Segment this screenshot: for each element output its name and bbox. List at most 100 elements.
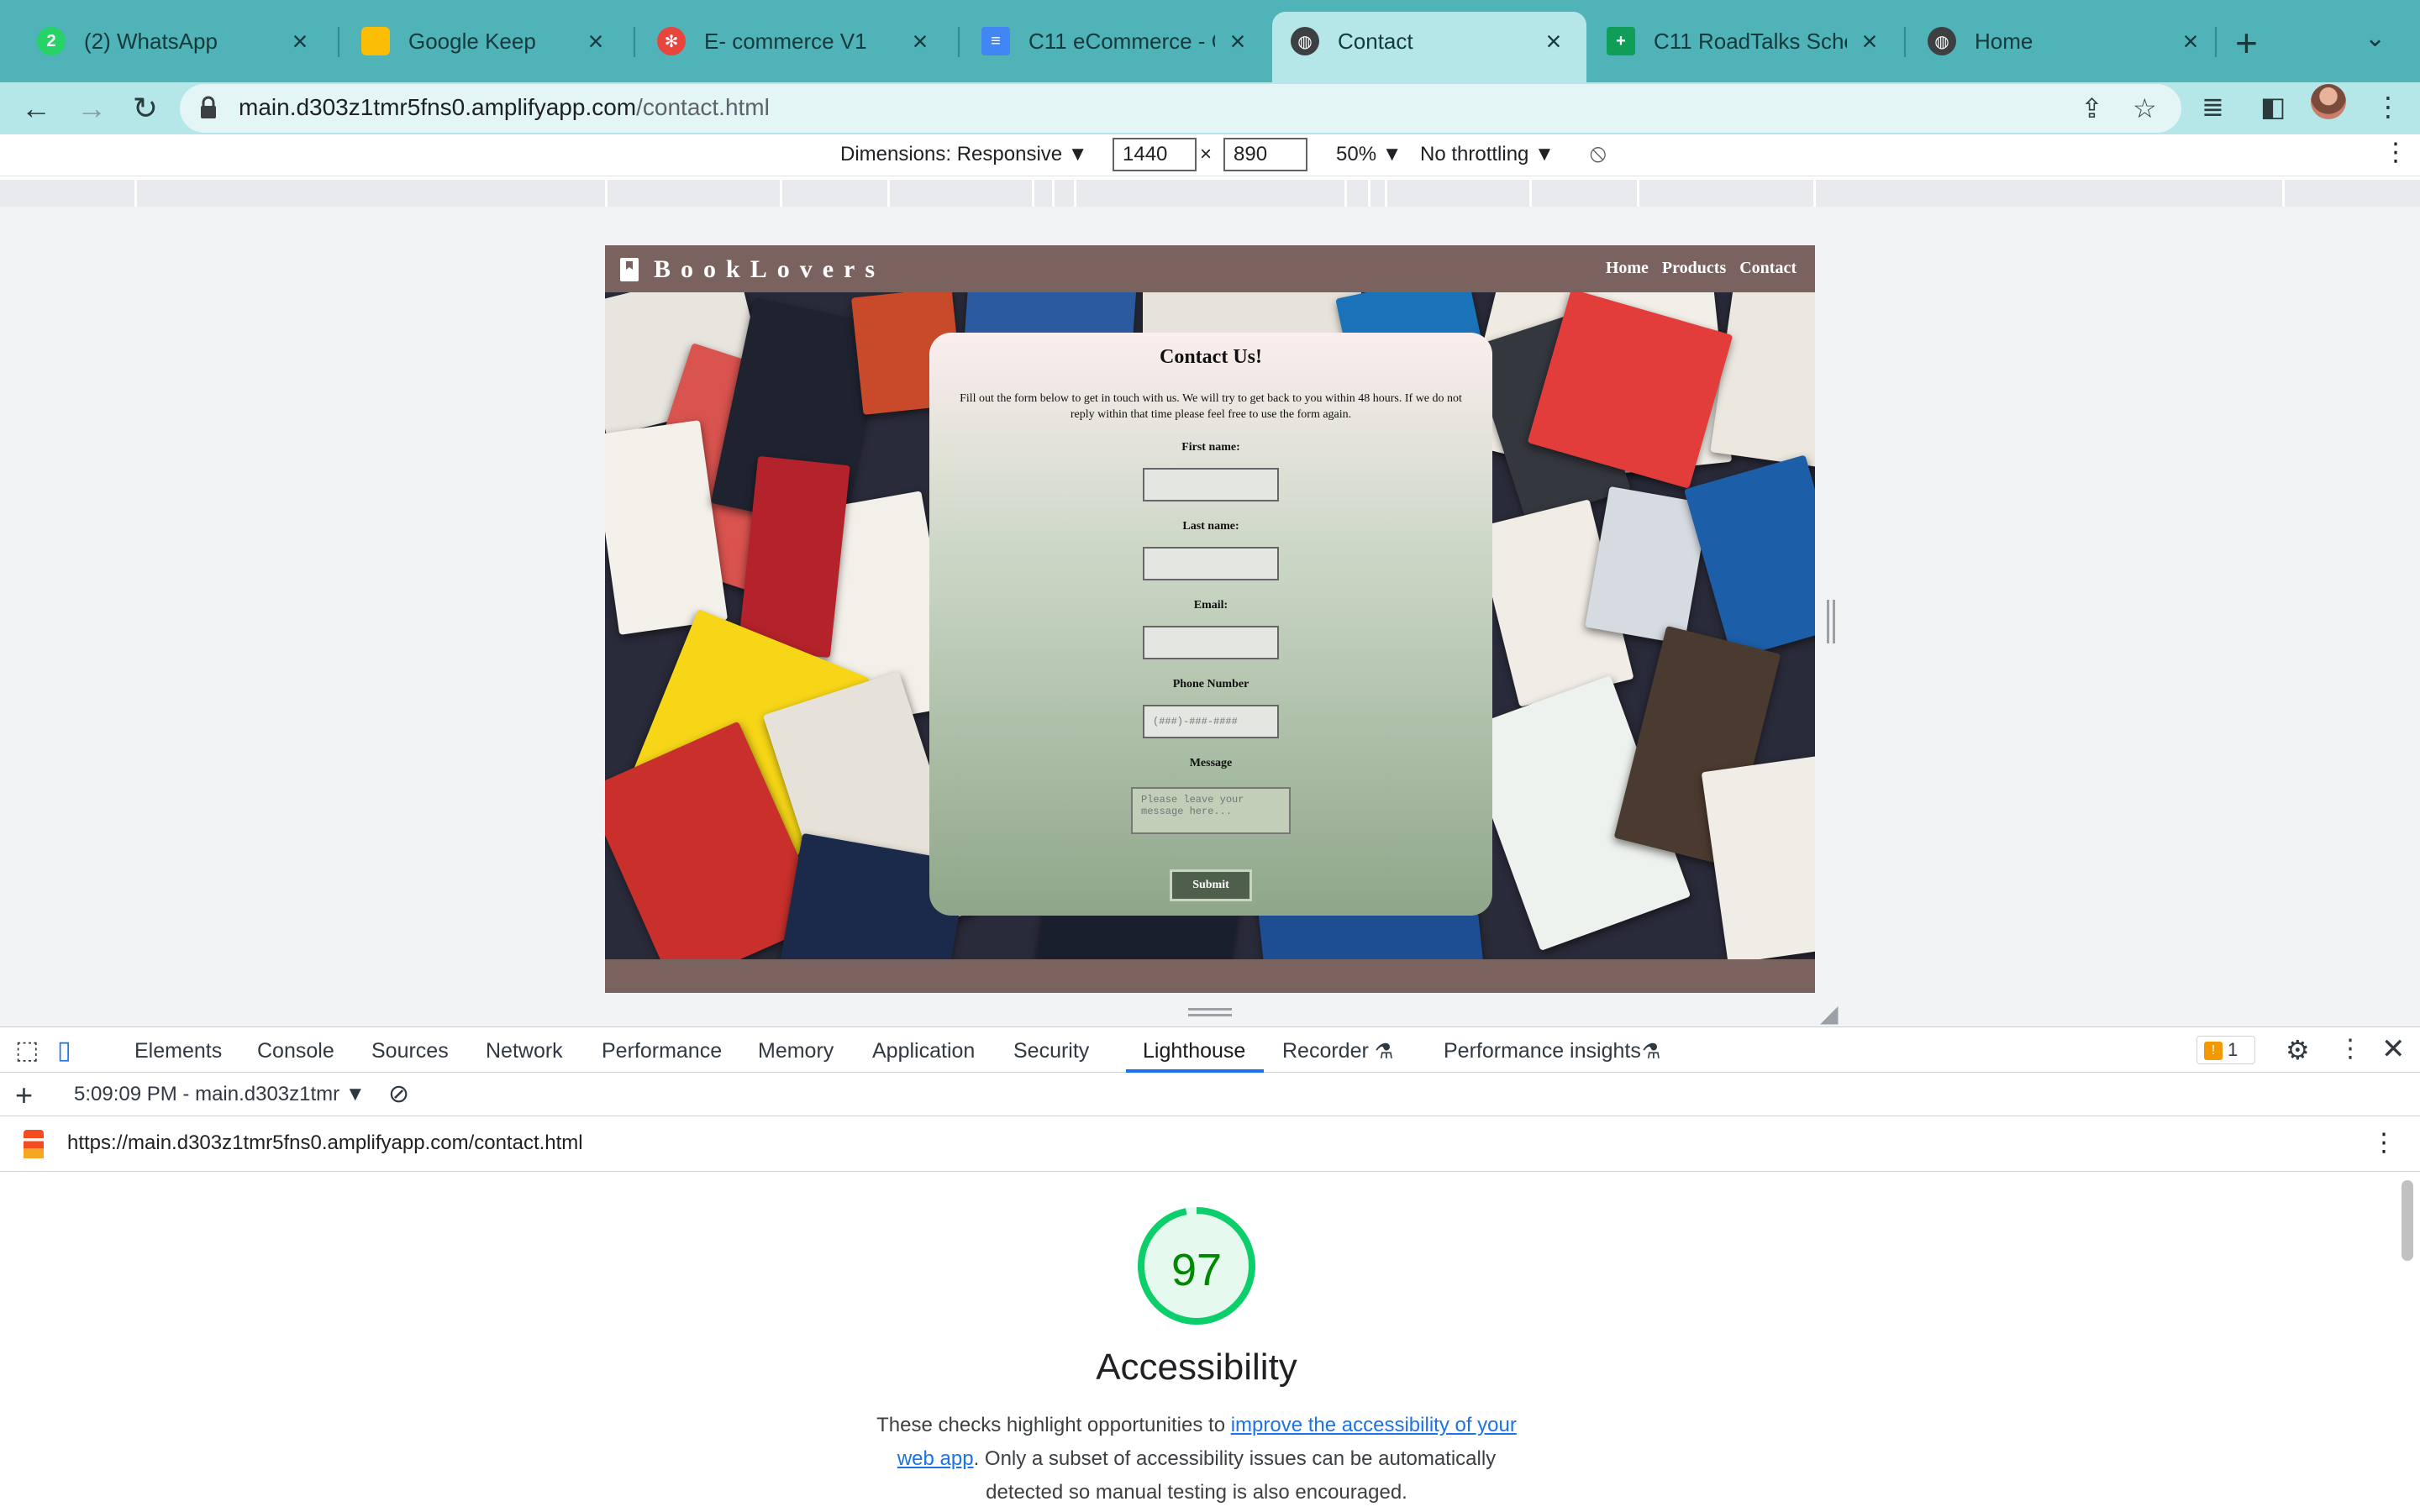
menu-kebab-icon[interactable]: ⋮ bbox=[2375, 91, 2402, 123]
tab-search-chevron-icon[interactable]: ⌄ bbox=[2365, 24, 2386, 53]
device-menu-kebab-icon[interactable]: ⋮ bbox=[2383, 138, 2408, 167]
browser-toolbar: ← → ↻ main.d303z1tmr5fns0.amplifyapp.com… bbox=[0, 82, 2420, 134]
tab-ecommerce[interactable]: ✻ E- commerce V1 × bbox=[639, 12, 953, 71]
resize-handle-right[interactable] bbox=[1827, 600, 1835, 643]
new-tab-button[interactable]: + bbox=[2235, 20, 2258, 66]
first-name-label: First name: bbox=[1181, 441, 1240, 454]
browser-tab-strip: 2 (2) WhatsApp × Google Keep × ✻ E- comm… bbox=[0, 0, 2420, 82]
bookmark-star-icon[interactable]: ☆ bbox=[2133, 92, 2157, 124]
side-panel-icon[interactable]: ◧ bbox=[2260, 91, 2286, 123]
tab-sheets[interactable]: + C11 RoadTalks Schedu × bbox=[1588, 12, 1902, 71]
nav-link-contact[interactable]: Contact bbox=[1739, 259, 1797, 278]
last-name-input[interactable] bbox=[1143, 547, 1279, 580]
new-report-plus-icon[interactable]: + bbox=[15, 1078, 33, 1113]
zoom-dropdown[interactable]: 50% ▼ bbox=[1336, 143, 1402, 166]
brand-name: BookLovers bbox=[654, 255, 886, 283]
site-brand[interactable]: BookLovers bbox=[620, 255, 885, 284]
phone-label: Phone Number bbox=[1172, 678, 1249, 690]
tab-memory[interactable]: Memory bbox=[758, 1039, 834, 1063]
contact-title: Contact Us! bbox=[1160, 346, 1262, 368]
device-toggle-icon[interactable]: ▯ bbox=[57, 1036, 71, 1065]
report-url: https://main.d303z1tmr5fns0.amplifyapp.c… bbox=[67, 1131, 583, 1154]
tab-title: E- commerce V1 bbox=[704, 28, 867, 54]
tab-console[interactable]: Console bbox=[257, 1039, 334, 1063]
phone-input[interactable] bbox=[1143, 705, 1279, 738]
settings-gear-icon[interactable]: ⚙ bbox=[2286, 1034, 2310, 1066]
report-menu-kebab-icon[interactable]: ⋮ bbox=[2371, 1128, 2396, 1158]
resize-corner-icon[interactable]: ◢ bbox=[1820, 1000, 1839, 1027]
tab-elements[interactable]: Elements bbox=[134, 1039, 222, 1063]
tab-docs[interactable]: ≡ C11 eCommerce - Goo × bbox=[963, 12, 1270, 71]
tab-application[interactable]: Application bbox=[872, 1039, 975, 1063]
tab-home[interactable]: ◍ Home × bbox=[1909, 12, 2223, 71]
close-tab-icon[interactable]: × bbox=[2176, 26, 2205, 57]
height-input[interactable]: 890 bbox=[1223, 138, 1307, 171]
message-textarea[interactable] bbox=[1131, 787, 1291, 834]
url-path: /contact.html bbox=[636, 94, 770, 120]
nav-link-home[interactable]: Home bbox=[1606, 259, 1649, 278]
tab-title: C11 RoadTalks Schedu bbox=[1654, 28, 1847, 54]
desc-text: . Only a subset of accessibility issues … bbox=[973, 1447, 1497, 1504]
tab-recorder[interactable]: Recorder bbox=[1282, 1039, 1369, 1063]
tab-sources[interactable]: Sources bbox=[371, 1039, 449, 1063]
tab-google-keep[interactable]: Google Keep × bbox=[343, 12, 629, 71]
sheets-icon: + bbox=[1607, 27, 1635, 55]
share-icon[interactable]: ⇪ bbox=[2081, 92, 2103, 124]
scrollbar-thumb[interactable] bbox=[2402, 1180, 2413, 1261]
close-tab-icon[interactable]: × bbox=[286, 26, 314, 57]
devtools-menu-kebab-icon[interactable]: ⋮ bbox=[2338, 1034, 2363, 1063]
tab-contact[interactable]: ◍ Contact × bbox=[1272, 12, 1586, 82]
forward-button[interactable]: → bbox=[72, 89, 111, 128]
url-host: main.d303z1tmr5fns0.amplifyapp.com bbox=[239, 94, 637, 120]
media-query-ruler[interactable] bbox=[0, 180, 2420, 207]
tab-whatsapp[interactable]: 2 (2) WhatsApp × bbox=[18, 12, 333, 71]
nav-link-products[interactable]: Products bbox=[1662, 259, 1726, 278]
first-name-input[interactable] bbox=[1143, 468, 1279, 501]
profile-avatar[interactable] bbox=[2311, 84, 2346, 119]
tab-performance[interactable]: Performance bbox=[602, 1039, 722, 1063]
close-tab-icon[interactable]: × bbox=[906, 26, 934, 57]
site-header: BookLovers Home Products Contact bbox=[605, 245, 1815, 292]
issues-count: 1 bbox=[2228, 1039, 2238, 1060]
tab-performance-insights[interactable]: Performance insights bbox=[1444, 1039, 1641, 1063]
tab-separator bbox=[634, 27, 635, 57]
site-nav: Home Products Contact bbox=[1606, 259, 1797, 278]
media-control-icon[interactable]: ≣ bbox=[2202, 91, 2224, 123]
issue-flag-icon: ! bbox=[2204, 1042, 2223, 1061]
reload-button[interactable]: ↻ bbox=[126, 89, 165, 128]
tab-separator bbox=[1904, 27, 1906, 57]
site-footer bbox=[605, 959, 1815, 993]
issues-counter[interactable]: ! 1 bbox=[2196, 1036, 2255, 1064]
tab-lighthouse[interactable]: Lighthouse bbox=[1143, 1039, 1245, 1063]
address-bar[interactable]: main.d303z1tmr5fns0.amplifyapp.com/conta… bbox=[180, 84, 2181, 133]
flask-icon: ⚗ bbox=[1375, 1040, 1394, 1063]
resize-handle-bottom[interactable] bbox=[1188, 1008, 1232, 1016]
emulated-viewport-area: BookLovers Home Products Contact Contact… bbox=[0, 207, 2420, 1026]
close-tab-icon[interactable]: × bbox=[581, 26, 610, 57]
close-tab-icon[interactable]: × bbox=[1539, 26, 1568, 57]
throttling-dropdown[interactable]: No throttling ▼ bbox=[1420, 143, 1555, 166]
dimensions-dropdown[interactable]: Dimensions: Responsive ▼ bbox=[840, 143, 1088, 166]
rotate-icon[interactable]: ⦸ bbox=[1590, 139, 1607, 168]
lock-icon[interactable] bbox=[200, 96, 217, 119]
tab-network[interactable]: Network bbox=[486, 1039, 563, 1063]
category-title: Accessibility bbox=[1096, 1347, 1297, 1388]
tab-title: Home bbox=[1975, 28, 2033, 54]
back-button[interactable]: ← bbox=[17, 89, 55, 128]
lighthouse-toolbar: + 5:09:09 PM - main.d303z1tmr ▼ ⊘ bbox=[0, 1073, 2420, 1116]
tab-title: Contact bbox=[1338, 28, 1413, 54]
close-tab-icon[interactable]: × bbox=[1855, 26, 1884, 57]
globe-icon: ◍ bbox=[1291, 27, 1319, 55]
close-tab-icon[interactable]: × bbox=[1223, 26, 1252, 57]
width-input[interactable]: 1440 bbox=[1113, 138, 1197, 171]
email-label: Email: bbox=[1193, 599, 1228, 612]
inspect-element-icon[interactable]: ⬚ bbox=[15, 1036, 39, 1065]
lighthouse-url-bar: https://main.d303z1tmr5fns0.amplifyapp.c… bbox=[0, 1116, 2420, 1172]
close-devtools-icon[interactable]: ✕ bbox=[2381, 1032, 2406, 1066]
clear-reports-icon[interactable]: ⊘ bbox=[388, 1079, 409, 1109]
category-description: These checks highlight opportunities to … bbox=[860, 1409, 1533, 1509]
email-input[interactable] bbox=[1143, 626, 1279, 659]
submit-button[interactable]: Submit bbox=[1170, 869, 1252, 901]
tab-security[interactable]: Security bbox=[1013, 1039, 1089, 1063]
report-selector-dropdown[interactable]: 5:09:09 PM - main.d303z1tmr ▼ bbox=[74, 1083, 366, 1106]
